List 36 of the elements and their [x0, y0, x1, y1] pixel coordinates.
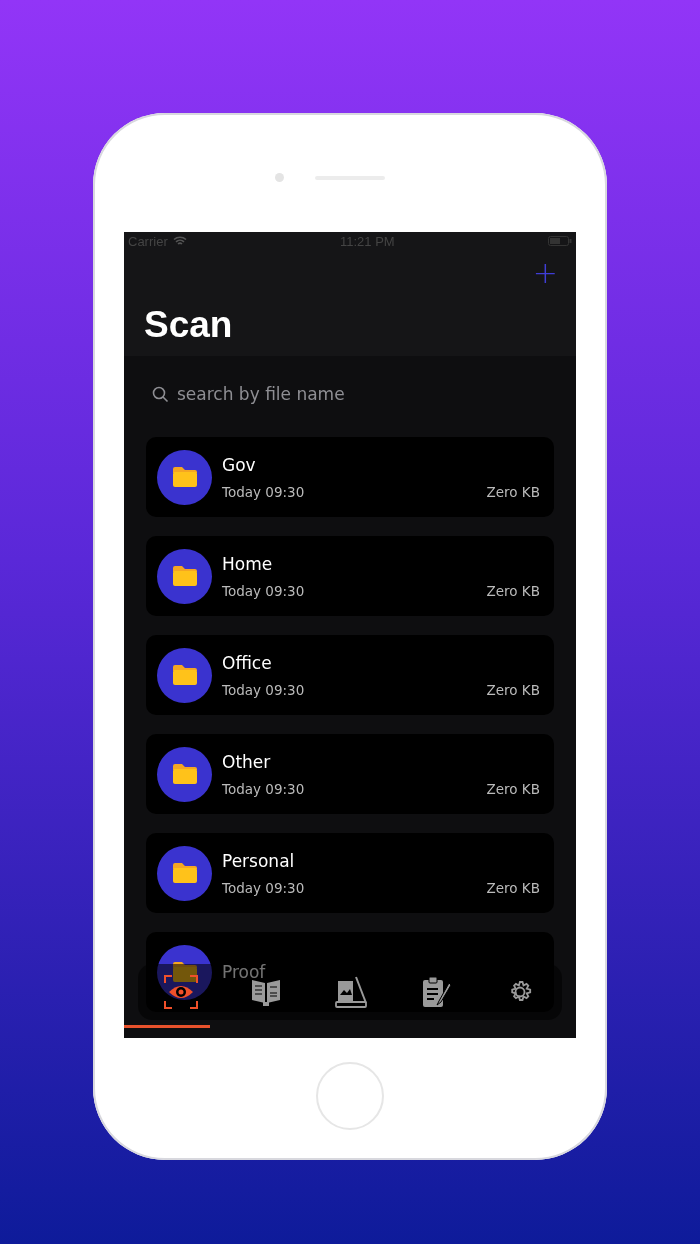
folder-size: Zero KB	[486, 483, 540, 500]
folder-name: Personal	[222, 850, 296, 871]
folder-date: Today 09:30	[222, 879, 305, 896]
folder-card[interactable]: Proof	[146, 932, 554, 1012]
search-icon	[152, 385, 169, 403]
camera-icon	[275, 173, 284, 182]
folder-card[interactable]: Other Today 09:30 Zero KB	[146, 734, 554, 814]
folder-date: Today 09:30	[222, 582, 305, 599]
folder-name: Proof	[222, 962, 267, 982]
folder-icon	[157, 746, 212, 802]
scan-tab[interactable]	[163, 975, 198, 1009]
folder-icon	[157, 449, 212, 505]
folder-icon	[157, 548, 212, 604]
search-field[interactable]: search by file name	[152, 384, 392, 404]
folder-card[interactable]: Gov Today 09:30 Zero KB	[146, 437, 554, 517]
folder-name: Other	[222, 751, 272, 772]
folder-name: Home	[222, 553, 274, 574]
folder-icon	[157, 845, 212, 901]
folder-size: Zero KB	[486, 879, 540, 896]
folder-card[interactable]: Office Today 09:30 Zero KB	[146, 635, 554, 715]
battery-icon	[548, 236, 572, 246]
folder-date: Today 09:30	[222, 483, 305, 500]
folder-date: Today 09:30	[222, 780, 305, 797]
folder-card[interactable]: Home Today 09:30 Zero KB	[146, 536, 554, 616]
folder-card[interactable]: Personal Today 09:30 Zero KB	[146, 833, 554, 913]
folder-icon	[157, 944, 212, 1000]
page-title: Scan	[143, 303, 234, 347]
scanner-tab[interactable]	[333, 975, 368, 1009]
wifi-icon	[172, 236, 187, 246]
folder-size: Zero KB	[486, 681, 540, 698]
folder-name: Office	[222, 652, 273, 673]
folder-date: Today 09:30	[222, 681, 305, 698]
folder-icon	[157, 647, 212, 703]
folder-name: Gov	[222, 454, 257, 475]
folder-size: Zero KB	[486, 582, 540, 599]
folder-size: Zero KB	[486, 780, 540, 797]
